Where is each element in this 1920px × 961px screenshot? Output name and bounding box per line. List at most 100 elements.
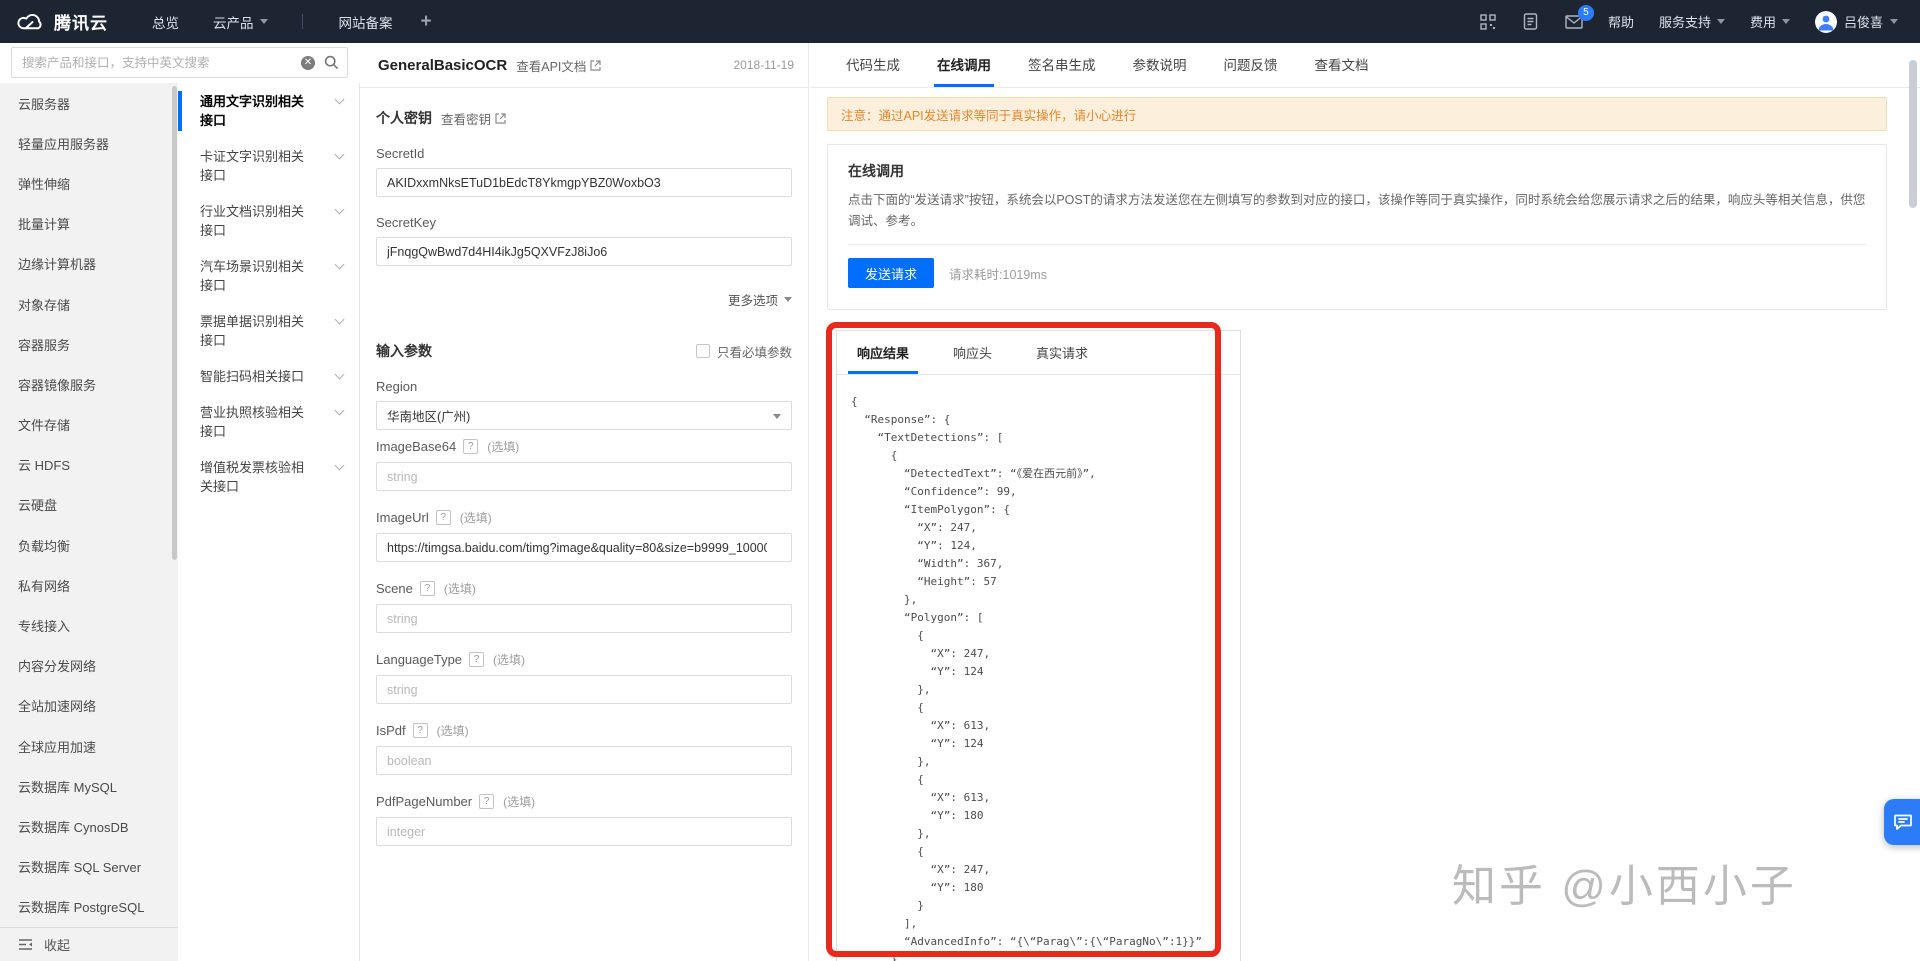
- sidebar-item[interactable]: 云数据库 CynosDB: [0, 806, 178, 846]
- sidebar-item[interactable]: 云数据库 PostgreSQL: [0, 887, 178, 927]
- field-input[interactable]: string: [376, 604, 792, 633]
- view-keys-link[interactable]: 查看密钥: [441, 109, 506, 128]
- nav-item[interactable]: 服务支持: [1659, 12, 1725, 31]
- online-invoke-box: 在线调用 点击下面的“发送请求”按钮，系统会以POST的请求方法发送您在左侧填写…: [827, 144, 1887, 310]
- field-input[interactable]: integer: [376, 817, 792, 846]
- nav-item[interactable]: 网站备案: [302, 12, 393, 32]
- sidebar-item[interactable]: 云数据库 MySQL: [0, 766, 178, 806]
- more-options-toggle[interactable]: 更多选项: [376, 290, 792, 309]
- required-only-toggle[interactable]: 只看必填参数: [695, 342, 792, 361]
- sidebar-item[interactable]: 全站加速网络: [0, 686, 178, 726]
- field-input[interactable]: https://timgsa.baidu.com/timg?image&qual…: [376, 533, 792, 562]
- secret-field: SecretKey jFnqgQwBwd7d4HI4ikJg5QXVFzJ8iJ…: [376, 215, 792, 266]
- sidebar-item[interactable]: 文件存储: [0, 405, 178, 445]
- api-header: GeneralBasicOCR 查看API文档 2018-11-19: [360, 43, 808, 88]
- nav-item[interactable]: 帮助: [1608, 12, 1634, 31]
- chat-widget-button[interactable]: [1884, 799, 1920, 845]
- chevron-down-icon: [784, 297, 792, 302]
- tencent-cloud-logo[interactable]: 腾讯云: [15, 9, 108, 34]
- search-row: ✕: [0, 43, 360, 83]
- response-json: { “Response”: { “TextDetections”: [ { “D…: [851, 395, 1202, 961]
- param-field: LanguageType (选填) string: [376, 651, 792, 704]
- field-input[interactable]: AKIDxxmNksETuD1bEdcT8YkmgpYBZ0WoxbO3: [376, 168, 792, 197]
- chevron-down-icon: [334, 94, 345, 105]
- workbench-tab[interactable]: 查看文档: [1315, 54, 1369, 87]
- response-tab[interactable]: 真实请求: [1036, 343, 1088, 374]
- help-icon[interactable]: [435, 510, 451, 525]
- page-scrollbar[interactable]: [1909, 60, 1917, 208]
- api-category-item[interactable]: 票据单据识别相关接口: [178, 312, 359, 350]
- workbench-tab[interactable]: 在线调用: [934, 54, 994, 87]
- send-request-button[interactable]: 发送请求: [848, 258, 935, 288]
- sidebar-item[interactable]: 批量计算: [0, 204, 178, 244]
- api-category-item[interactable]: 行业文档识别相关接口: [178, 202, 359, 240]
- search-icon[interactable]: [324, 55, 339, 70]
- api-category-item[interactable]: 营业执照核验相关接口: [178, 403, 359, 441]
- sidebar-item[interactable]: 容器镜像服务: [0, 364, 178, 404]
- nav-item[interactable]: 总览: [152, 12, 179, 32]
- tencent-cloud-console: 腾讯云 总览 云产品 网站备案 + 5 帮助 服务支持 费用 吕俊喜 搜索产品和…: [0, 0, 1920, 961]
- mail-badge: 5: [1577, 4, 1594, 21]
- workbench-tab[interactable]: 问题反馈: [1224, 54, 1278, 87]
- avatar: [1814, 10, 1837, 33]
- topbar-right: 5 帮助 服务支持 费用 吕俊喜: [1479, 4, 1898, 33]
- sidebar-item[interactable]: 专线接入: [0, 605, 178, 645]
- api-category-item[interactable]: 汽车场景识别相关接口: [178, 257, 359, 295]
- notice-banner: 注意：通过API发送请求等同于真实操作，请小心进行: [827, 97, 1887, 131]
- mail-icon[interactable]: 5: [1565, 4, 1594, 31]
- workbench-tab[interactable]: 代码生成: [846, 54, 900, 87]
- help-icon[interactable]: [412, 723, 428, 738]
- sidebar-scrollbar[interactable]: [172, 86, 177, 560]
- sidebar-item[interactable]: 负载均衡: [0, 525, 178, 565]
- sidebar-item[interactable]: 容器服务: [0, 324, 178, 364]
- view-api-doc-link[interactable]: 查看API文档: [516, 56, 601, 75]
- sidebar-item[interactable]: 轻量应用服务器: [0, 123, 178, 163]
- sidebar-item[interactable]: 云硬盘: [0, 485, 178, 525]
- response-tab[interactable]: 响应结果: [847, 343, 919, 374]
- field-input[interactable]: jFnqgQwBwd7d4HI4ikJg5QXVFzJ8iJo6: [376, 237, 792, 266]
- nav-item[interactable]: 费用: [1750, 12, 1790, 31]
- nav-item[interactable]: 云产品: [213, 12, 268, 32]
- help-icon[interactable]: [419, 581, 435, 596]
- help-icon[interactable]: [463, 439, 479, 454]
- sidebar-item[interactable]: 对象存储: [0, 284, 178, 324]
- field-input[interactable]: 华南地区(广州): [376, 401, 792, 430]
- api-category-sidebar: 通用文字识别相关接口 卡证文字识别相关接口 行业文档识别相关接口 汽车场景识别相…: [178, 83, 360, 961]
- account-menu[interactable]: 吕俊喜: [1814, 10, 1898, 33]
- api-category-item[interactable]: 智能扫码相关接口: [178, 367, 359, 386]
- field-input[interactable]: string: [376, 462, 792, 491]
- sidebar-item[interactable]: 弹性伸缩: [0, 163, 178, 203]
- workbench-tab[interactable]: 签名串生成: [1028, 54, 1096, 87]
- search-input[interactable]: [22, 55, 301, 70]
- help-icon[interactable]: [479, 794, 495, 809]
- sidebar-item[interactable]: 全球应用加速: [0, 726, 178, 766]
- request-form-panel: GeneralBasicOCR 查看API文档 2018-11-19 个人密钥 …: [360, 43, 809, 961]
- api-category-item[interactable]: 卡证文字识别相关接口: [178, 147, 359, 185]
- sidebar-item[interactable]: 内容分发网络: [0, 646, 178, 686]
- workbench-tab[interactable]: 参数说明: [1133, 54, 1187, 87]
- chevron-down-icon: [1890, 19, 1898, 24]
- sidebar-item[interactable]: 云服务器: [0, 83, 178, 123]
- watermark: 知乎 @小西小子: [1452, 862, 1797, 911]
- api-category-item[interactable]: 通用文字识别相关接口: [178, 91, 359, 131]
- qrcode-icon[interactable]: [1479, 13, 1497, 31]
- sidebar-item[interactable]: 私有网络: [0, 565, 178, 605]
- clear-search-icon[interactable]: ✕: [301, 55, 315, 70]
- field-input[interactable]: string: [376, 675, 792, 704]
- param-field: Scene (选填) string: [376, 580, 792, 633]
- sidebar-item[interactable]: 云数据库 SQL Server: [0, 847, 178, 887]
- api-category-item[interactable]: 增值税发票核验相关接口: [178, 458, 359, 496]
- required-only-checkbox[interactable]: [695, 344, 710, 358]
- field-input[interactable]: boolean: [376, 746, 792, 775]
- collapse-sidebar-button[interactable]: 收起: [0, 927, 178, 961]
- field-label: LanguageType: [376, 652, 463, 667]
- field-label: ImageBase64: [376, 439, 457, 454]
- add-nav-button[interactable]: +: [421, 11, 432, 33]
- sidebar-item[interactable]: 边缘计算机器: [0, 244, 178, 284]
- document-icon[interactable]: [1522, 13, 1540, 31]
- divider: [848, 244, 1866, 245]
- help-icon[interactable]: [469, 652, 485, 667]
- sidebar-item[interactable]: 云 HDFS: [0, 445, 178, 485]
- param-field: PdfPageNumber (选填) integer: [376, 793, 792, 846]
- response-tab[interactable]: 响应头: [953, 343, 992, 374]
